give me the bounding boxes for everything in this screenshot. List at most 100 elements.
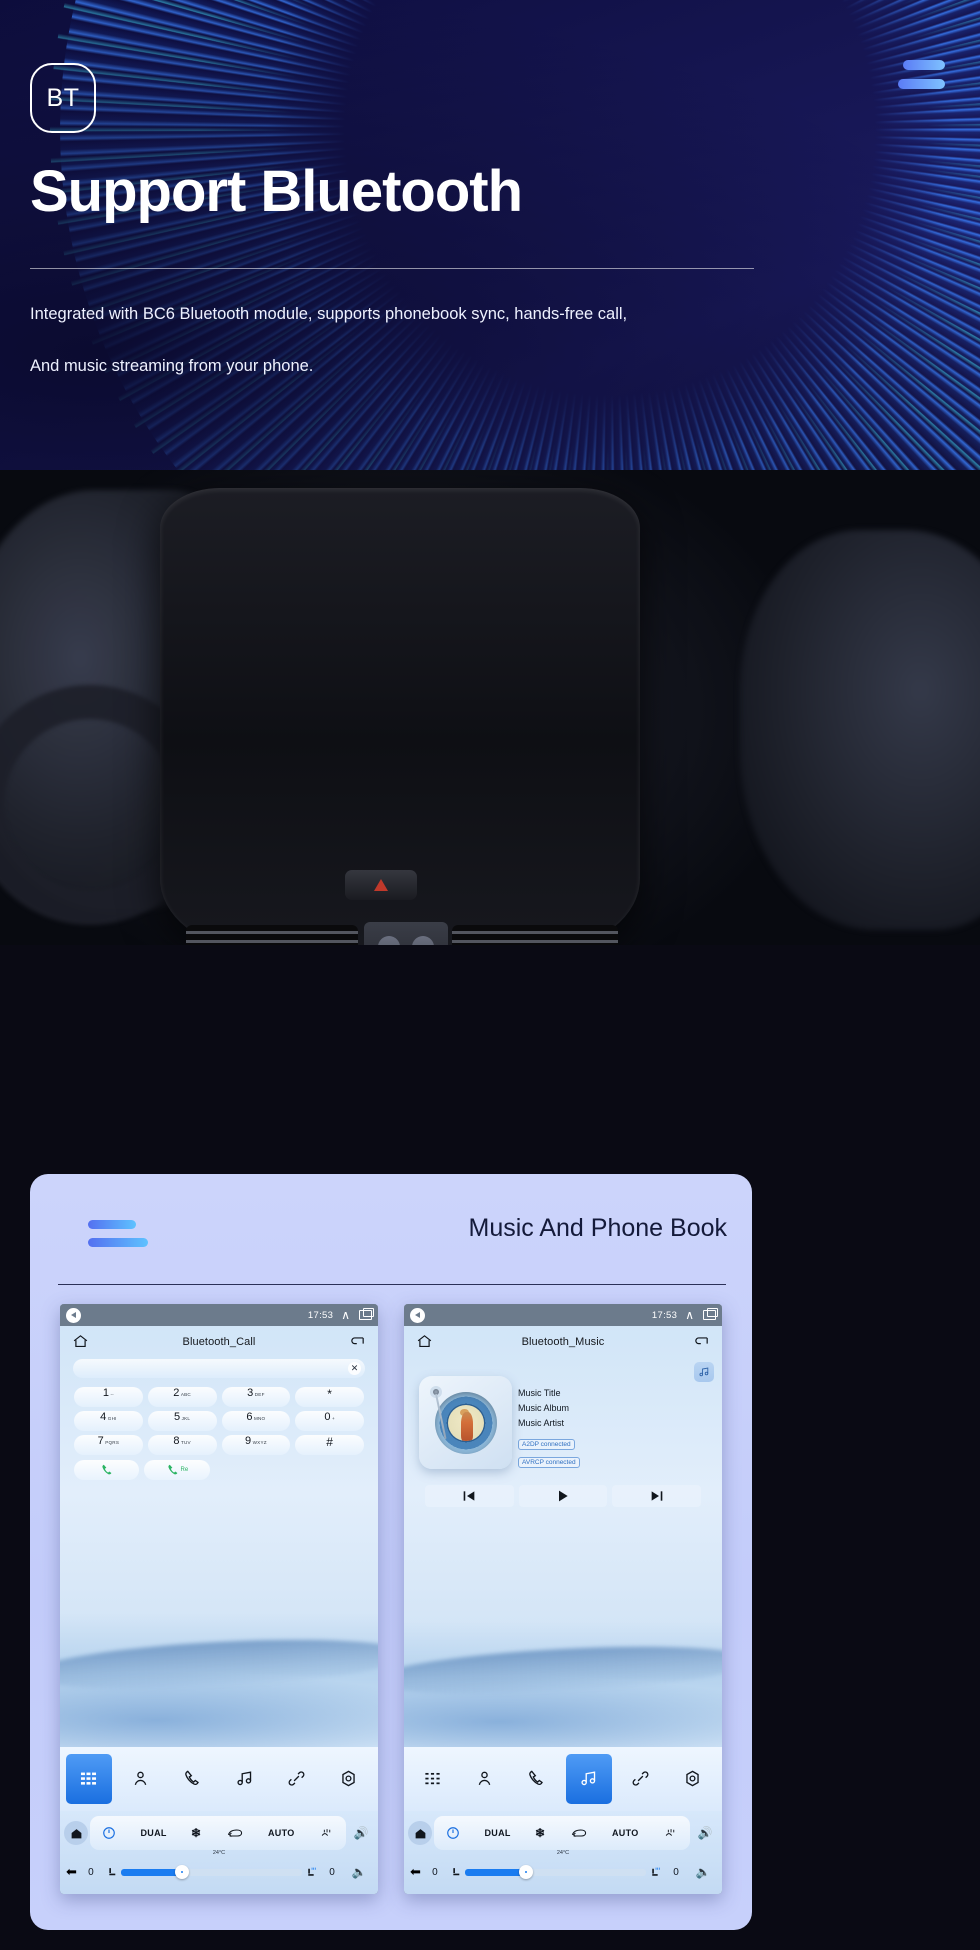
music-note-icon	[699, 1367, 709, 1377]
tab-settings[interactable]	[670, 1754, 717, 1803]
fan-speed-slider[interactable]	[464, 1865, 646, 1880]
dual-label[interactable]: DUAL	[140, 1828, 166, 1838]
phone-icon	[529, 1770, 544, 1786]
next-track-button[interactable]	[612, 1485, 702, 1507]
volume-up-icon[interactable]: 🔊	[692, 1826, 718, 1840]
key-digit: 6	[246, 1411, 253, 1423]
auto-label[interactable]: AUTO	[612, 1828, 639, 1838]
status-time: 17:53	[307, 1309, 334, 1321]
seat-icon[interactable]	[105, 1866, 118, 1879]
app-tab-bar	[404, 1746, 722, 1812]
vinyl-record	[435, 1392, 497, 1454]
auto-label[interactable]: AUTO	[268, 1828, 295, 1838]
redial-button[interactable]: Re	[144, 1460, 210, 1480]
decor-bar-bottom	[898, 79, 945, 89]
prev-track-button[interactable]	[425, 1485, 514, 1507]
fan-icon	[522, 1869, 530, 1876]
dialpad-key-8[interactable]: 8 TUV	[147, 1435, 217, 1455]
music-source-button[interactable]	[694, 1362, 714, 1382]
key-sub: MNO	[254, 1416, 266, 1421]
seat-heater-icon[interactable]	[305, 1866, 318, 1879]
tab-settings[interactable]	[326, 1754, 373, 1803]
app-tab-bar	[60, 1746, 378, 1812]
tab-music[interactable]	[222, 1754, 269, 1803]
bluetooth-call-screen[interactable]: 17:53 ∧ Bluetooth_Call ✕ 1 -- 2 ABC 3 DEF	[60, 1304, 378, 1894]
dialpad-key-2[interactable]: 2 ABC	[147, 1387, 217, 1407]
dual-label[interactable]: DUAL	[484, 1828, 510, 1838]
home-icon[interactable]	[72, 1333, 89, 1350]
back-arrow-icon[interactable]: ⬅	[410, 1864, 421, 1880]
clear-icon[interactable]: ✕	[348, 1362, 361, 1375]
dialpad-key-4[interactable]: 4 GHI	[74, 1411, 143, 1431]
bluetooth-call-device: 17:53 ∧ Bluetooth_Call ✕ 1 -- 2 ABC 3 DEF	[60, 1304, 378, 1894]
status-bar: 17:53 ∧	[60, 1304, 378, 1326]
climate-home-button[interactable]	[64, 1821, 88, 1846]
dialpad-key-6[interactable]: 6 MNO	[221, 1411, 291, 1431]
tab-link[interactable]	[274, 1754, 321, 1803]
dialpad-key-1[interactable]: 1 --	[74, 1387, 143, 1407]
volume-down-icon[interactable]: 🔈	[346, 1865, 372, 1879]
key-sub: WXYZ	[252, 1440, 267, 1445]
tab-phone[interactable]	[514, 1754, 561, 1803]
dialpad-key-0[interactable]: 0 +	[295, 1411, 364, 1431]
phone-number-input[interactable]: ✕	[73, 1359, 365, 1378]
dialpad-key-7[interactable]: 7 PQRS	[74, 1435, 143, 1455]
return-icon[interactable]	[693, 1333, 710, 1350]
home-icon[interactable]	[416, 1333, 433, 1350]
tab-phone[interactable]	[170, 1754, 217, 1803]
return-icon[interactable]	[349, 1333, 366, 1350]
power-icon[interactable]	[446, 1826, 460, 1840]
dialer-body: ✕ 1 -- 2 ABC 3 DEF * 4 GHI 5 JKL 6 MNO 0 + 7 PQR…	[60, 1354, 378, 1747]
power-icon[interactable]	[102, 1826, 116, 1840]
key-digit: 9	[245, 1435, 252, 1447]
volume-down-icon[interactable]: 🔈	[690, 1865, 716, 1879]
snowflake-icon[interactable]: ❄	[191, 1826, 201, 1840]
slider-knob[interactable]	[519, 1865, 534, 1880]
dialpad-key-3[interactable]: 3 DEF	[221, 1387, 291, 1407]
recent-apps-icon[interactable]	[703, 1308, 718, 1320]
vent-knob-right[interactable]	[412, 936, 434, 945]
key-sub: ABC	[180, 1392, 191, 1397]
prev-track-icon	[463, 1491, 475, 1501]
dialpad-key-9[interactable]: 9 WXYZ	[221, 1435, 291, 1455]
tab-apps[interactable]	[65, 1754, 113, 1804]
defrost-icon[interactable]	[319, 1827, 334, 1840]
vent-knob-left[interactable]	[378, 936, 400, 945]
slider-knob[interactable]	[175, 1865, 190, 1880]
defrost-icon[interactable]	[663, 1827, 678, 1840]
tab-music[interactable]	[565, 1754, 613, 1804]
music-note-icon	[237, 1771, 252, 1786]
apps-grid-icon	[425, 1773, 441, 1785]
play-button[interactable]	[518, 1485, 608, 1507]
card-decor-bars	[88, 1220, 148, 1256]
tab-contacts[interactable]	[118, 1754, 165, 1803]
dialpad-key-star[interactable]: *	[295, 1387, 364, 1407]
snowflake-icon[interactable]: ❄	[535, 1826, 545, 1840]
hero-subtitle: Integrated with BC6 Bluetooth module, su…	[30, 288, 770, 392]
climate-home-button[interactable]	[408, 1821, 432, 1846]
back-icon[interactable]	[410, 1307, 425, 1323]
slider-fill	[120, 1868, 183, 1876]
vent-knob-panel	[364, 922, 448, 945]
dialpad-key-5[interactable]: 5 JKL	[147, 1411, 217, 1431]
recent-apps-icon[interactable]	[359, 1308, 374, 1320]
back-icon[interactable]	[66, 1307, 81, 1323]
recirculation-icon[interactable]	[226, 1827, 244, 1839]
chevron-up-icon[interactable]: ∧	[341, 1309, 350, 1321]
bluetooth-music-screen[interactable]: 17:53 ∧ Bluetooth_Music Music Title Musi…	[404, 1304, 722, 1894]
tab-link[interactable]	[618, 1754, 665, 1803]
back-arrow-icon[interactable]: ⬅	[66, 1864, 77, 1880]
seat-icon[interactable]	[449, 1866, 462, 1879]
hazard-triangle-icon	[374, 879, 388, 891]
seat-heater-icon[interactable]	[649, 1866, 662, 1879]
dialpad-key-hash[interactable]: #	[295, 1435, 364, 1455]
volume-up-icon[interactable]: 🔊	[348, 1826, 374, 1840]
hazard-light-button[interactable]	[345, 870, 417, 900]
key-sub: +	[331, 1416, 335, 1421]
call-button[interactable]	[74, 1460, 140, 1480]
recirculation-icon[interactable]	[570, 1827, 588, 1839]
chevron-up-icon[interactable]: ∧	[685, 1309, 694, 1321]
tab-contacts[interactable]	[462, 1754, 509, 1803]
tab-apps[interactable]	[410, 1754, 457, 1803]
fan-speed-slider[interactable]	[120, 1865, 302, 1880]
